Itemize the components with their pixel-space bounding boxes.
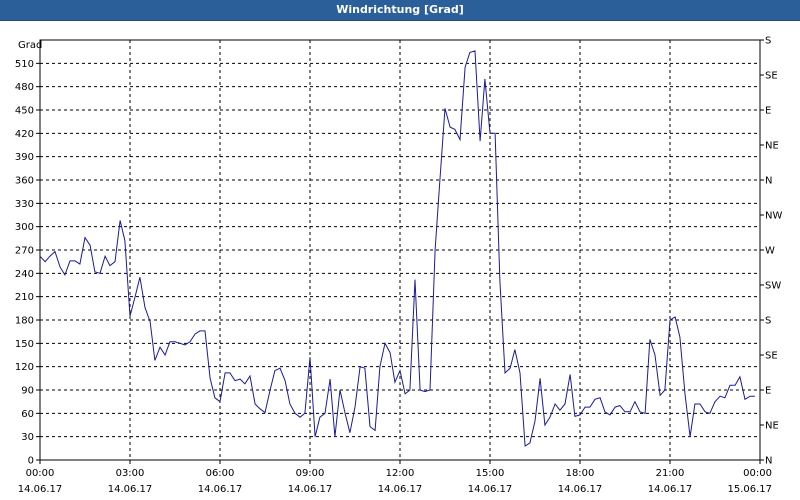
right-tick-label: W [765,246,775,257]
wind-direction-chart: Grad 0 30 60 90 120 150 180 210 240 270 300 330 360 3… [15,36,783,496]
y-tick-label: 60 [21,409,34,420]
y-tick-label: 0 [28,456,34,467]
x-tick-time: 06:00 [206,468,235,479]
x-tick-date: 14.06.17 [648,484,693,495]
y-tick-label: 30 [21,432,34,443]
right-tick-label: NW [765,211,782,222]
right-tick-label: SE [765,351,778,362]
right-tick-label: SE [765,71,778,82]
y-tick-label: 360 [15,176,34,187]
x-tick-date: 14.06.17 [108,484,153,495]
y-tick-label: 270 [15,246,34,257]
y-tick-label: 150 [15,339,34,350]
y-tick-label: 120 [15,362,34,373]
right-tick-label: NE [765,421,779,432]
y-tick-label: 180 [15,316,34,327]
y-tick-label: 240 [15,269,34,280]
y-tick-label: 300 [15,222,34,233]
y-tick-label: 480 [15,82,34,93]
x-tick-date: 14.06.17 [288,484,333,495]
x-tick-date: 14.06.17 [468,484,513,495]
y-tick-label: 210 [15,292,34,303]
right-tick-label: N [765,176,772,187]
y-tick-label: 450 [15,106,34,117]
x-tick-time: 12:00 [386,468,415,479]
x-tick-date: 14.06.17 [378,484,423,495]
right-tick-label: NE [765,141,779,152]
right-axis-ticks: N NE E SE S SW W NW N NE E SE S [760,36,782,467]
x-tick-time: 15:00 [476,468,505,479]
right-tick-label: N [765,456,772,467]
grid-lines [40,40,760,460]
right-tick-label: E [765,386,771,397]
x-tick-time: 21:00 [656,468,685,479]
x-tick-date: 14.06.17 [558,484,603,495]
x-tick-time: 00:00 [26,468,55,479]
right-tick-label: S [765,316,771,327]
right-tick-label: S [765,36,771,47]
x-tick-time: 09:00 [296,468,325,479]
x-tick-time: 00:00 [743,468,772,479]
right-tick-label: E [765,106,771,117]
x-tick-date: 15.06.17 [727,484,772,495]
y-axis-label: Grad [18,40,42,51]
y-axis-ticks: 0 30 60 90 120 150 180 210 240 270 300 330 360 390 420… [15,59,40,467]
y-tick-label: 390 [15,152,34,163]
y-tick-label: 510 [15,59,34,70]
y-tick-label: 90 [21,386,34,397]
x-tick-date: 14.06.17 [18,484,63,495]
right-tick-label: SW [765,281,781,292]
x-tick-time: 03:00 [116,468,145,479]
x-tick-date: 14.06.17 [198,484,243,495]
x-axis-ticks: 00:00 14.06.17 03:00 14.06.17 06:00 14.06.17 0… [18,460,772,495]
y-tick-label: 420 [15,129,34,140]
y-tick-label: 330 [15,199,34,210]
x-tick-time: 18:00 [566,468,595,479]
